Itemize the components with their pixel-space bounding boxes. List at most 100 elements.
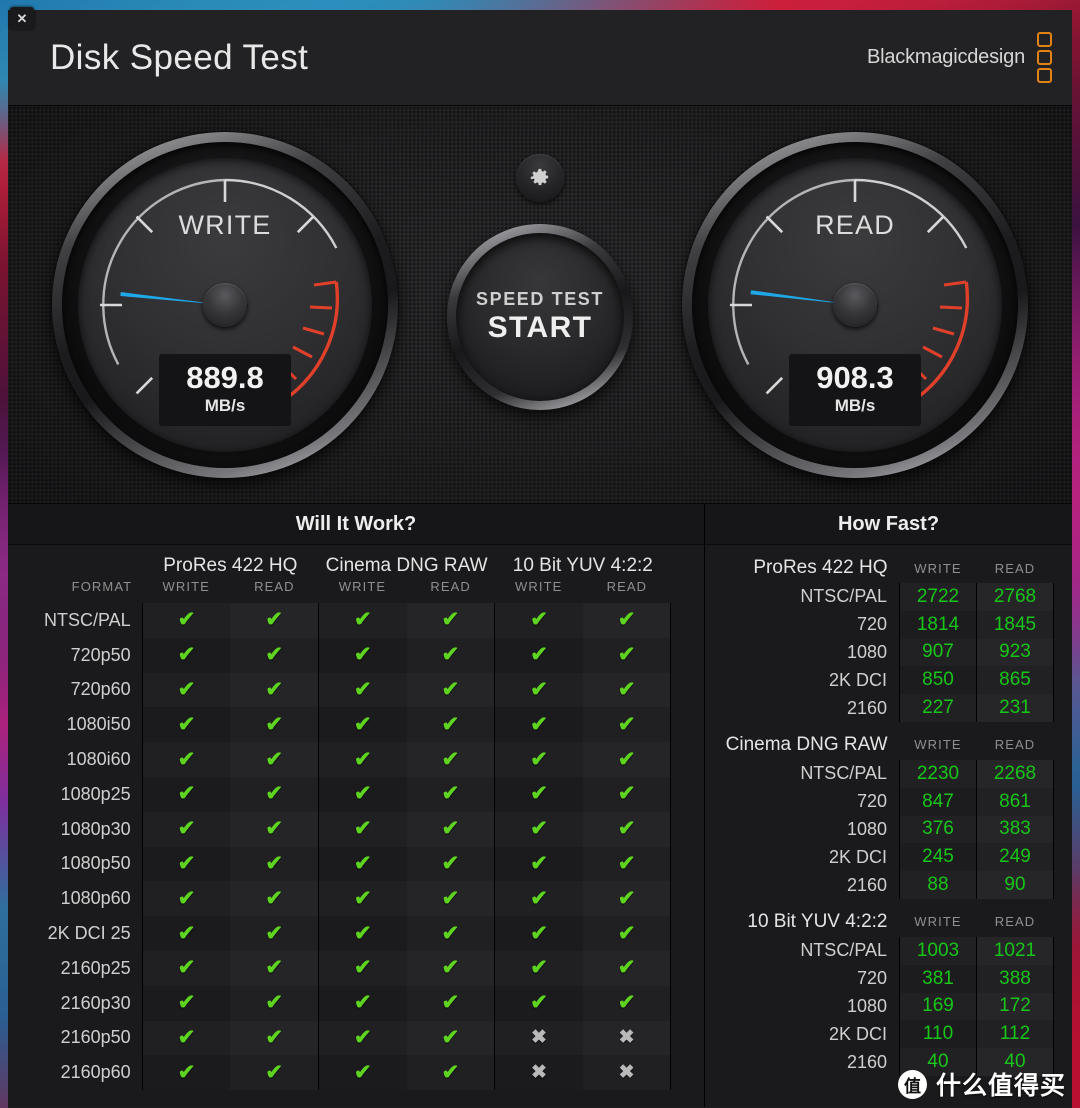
check-icon: ✔ <box>177 991 196 1015</box>
resolution-label: 2160 <box>846 1051 887 1072</box>
read-speed-value: 2768 <box>976 583 1054 611</box>
write-speed-value: 1814 <box>899 610 977 639</box>
write-speed-value: 88 <box>899 871 977 899</box>
row-pad <box>671 847 704 882</box>
how-fast-codec-label: 10 Bit YUV 4:2:2 <box>747 910 888 932</box>
support-check-cell: ✔ <box>582 985 672 1021</box>
table-row: 1080 376 383 <box>705 815 1054 844</box>
support-check-cell: ✔ <box>494 672 583 708</box>
support-check-cell: ✔ <box>494 846 583 882</box>
support-check-cell: ✔ <box>141 637 231 673</box>
read-speed-value: 172 <box>976 992 1054 1021</box>
support-check-cell: ✔ <box>230 985 319 1021</box>
write-speed-value: 381 <box>899 964 977 993</box>
support-check-cell: ✔ <box>317 742 407 777</box>
close-icon: ✕ <box>16 10 28 26</box>
table-row: 2160p25 ✔ ✔ ✔ ✔ ✔ ✔ <box>8 950 704 986</box>
check-icon: ✔ <box>265 921 283 945</box>
how-fast-table-wrap: ProRes 422 HQ WRITE READ NTSC/PAL 2722 2768 72… <box>705 545 1072 1107</box>
how-fast-sub-header-write: WRITE <box>914 914 962 930</box>
read-speed-value: 90 <box>976 871 1054 899</box>
settings-button[interactable] <box>516 154 564 202</box>
format-label: NTSC/PAL <box>44 609 131 630</box>
how-fast-group-header: 10 Bit YUV 4:2:2 WRITE READ <box>705 899 1054 937</box>
check-icon: ✔ <box>353 677 372 701</box>
codec-header-row: ProRes 422 HQ Cinema DNG RAW 10 Bit YUV … <box>8 545 704 579</box>
will-it-work-table: ProRes 422 HQ Cinema DNG RAW 10 Bit YUV … <box>8 545 704 1091</box>
table-row: 2160p50 ✔ ✔ ✔ ✔ ✖ ✖ <box>8 1020 704 1056</box>
cross-icon: ✖ <box>531 1061 547 1083</box>
row-pad <box>671 986 704 1021</box>
support-check-cell: ✔ <box>406 916 495 951</box>
support-check-cell: ✔ <box>406 1020 495 1056</box>
write-speed-value: 2230 <box>899 759 977 788</box>
how-fast-panel: How Fast? ProRes 422 HQ WRITE READ NTSC/PAL… <box>705 504 1072 1107</box>
check-icon: ✔ <box>265 677 283 701</box>
table-row: NTSC/PAL 2230 2268 <box>705 759 1054 788</box>
row-pad <box>671 638 704 673</box>
row-pad <box>671 1055 704 1090</box>
table-row: 1080p50 ✔ ✔ ✔ ✔ ✔ ✔ <box>8 846 704 882</box>
resolution-label: 2K DCI <box>828 846 887 867</box>
support-cross-cell: ✖ <box>582 1055 672 1091</box>
check-icon: ✔ <box>441 1060 460 1084</box>
resolution-label: 1080 <box>846 995 887 1016</box>
close-window-button[interactable]: ✕ <box>10 7 34 29</box>
check-icon: ✔ <box>617 782 636 806</box>
check-icon: ✔ <box>353 851 372 875</box>
support-check-cell: ✔ <box>582 916 672 951</box>
support-check-cell: ✔ <box>317 603 407 638</box>
how-fast-codec-label: ProRes 422 HQ <box>753 557 888 578</box>
write-speed-value: 169 <box>899 992 977 1021</box>
start-button-line2: START <box>487 311 593 344</box>
support-check-cell: ✔ <box>230 742 319 777</box>
check-icon: ✔ <box>441 643 460 667</box>
support-check-cell: ✔ <box>582 776 672 812</box>
check-icon: ✔ <box>617 817 636 841</box>
support-check-cell: ✔ <box>582 672 672 708</box>
codec-header-spacer <box>8 545 142 579</box>
table-row: 1080p25 ✔ ✔ ✔ ✔ ✔ ✔ <box>8 776 704 812</box>
support-check-cell: ✔ <box>494 776 583 812</box>
check-icon: ✔ <box>353 921 372 945</box>
write-speed-value: 227 <box>899 694 977 722</box>
brand-text: Blackmagicdesign <box>867 46 1025 68</box>
how-fast-table: ProRes 422 HQ WRITE READ NTSC/PAL 2722 2768 72… <box>705 545 1054 1076</box>
check-icon: ✔ <box>530 677 548 701</box>
will-it-work-tbody: NTSC/PAL ✔ ✔ ✔ ✔ ✔ ✔ 720p50 ✔ ✔ ✔ ✔ ✔ ✔ 720p60 ✔ ✔ ✔ ✔ ✔ ✔ 10… <box>8 603 704 1091</box>
speed-test-start-button[interactable]: SPEED TEST START <box>447 224 633 410</box>
support-check-cell: ✔ <box>494 637 583 673</box>
check-icon: ✔ <box>353 817 372 841</box>
how-fast-sub-header-write: WRITE <box>914 560 962 576</box>
support-check-cell: ✔ <box>317 985 407 1021</box>
support-check-cell: ✔ <box>494 707 583 743</box>
how-fast-tbody: ProRes 422 HQ WRITE READ NTSC/PAL 2722 2768 72… <box>705 545 1054 1076</box>
table-row: 2160 227 231 <box>705 694 1054 722</box>
format-label: 720p60 <box>70 679 131 700</box>
resolution-label: 720 <box>856 791 887 812</box>
table-row: NTSC/PAL 1003 1021 <box>705 936 1054 965</box>
support-check-cell: ✔ <box>406 881 495 917</box>
check-icon: ✔ <box>265 643 283 667</box>
check-icon: ✔ <box>530 712 548 736</box>
support-check-cell: ✔ <box>141 985 231 1021</box>
check-icon: ✔ <box>530 921 548 945</box>
will-it-work-title: Will It Work? <box>295 512 417 535</box>
support-check-cell: ✔ <box>141 1020 231 1056</box>
check-icon: ✔ <box>441 956 460 980</box>
resolution-label: NTSC/PAL <box>800 763 887 784</box>
codec-header-prores: ProRes 422 HQ <box>163 555 298 576</box>
format-label: 2160p60 <box>60 1062 131 1083</box>
check-icon: ✔ <box>353 712 372 736</box>
check-icon: ✔ <box>441 851 460 875</box>
check-icon: ✔ <box>177 677 196 701</box>
read-unit: MB/s <box>834 396 876 415</box>
support-check-cell: ✔ <box>230 603 319 638</box>
read-speed-value: 865 <box>976 666 1054 695</box>
read-speed-value: 112 <box>976 1020 1054 1049</box>
check-icon: ✔ <box>265 747 283 771</box>
support-cross-cell: ✖ <box>494 1055 583 1091</box>
write-gauge-face: WRITE 889.8 MB/s <box>78 158 372 452</box>
site-watermark: 值 什么值得买 <box>897 1066 1066 1102</box>
check-icon: ✔ <box>177 712 196 736</box>
